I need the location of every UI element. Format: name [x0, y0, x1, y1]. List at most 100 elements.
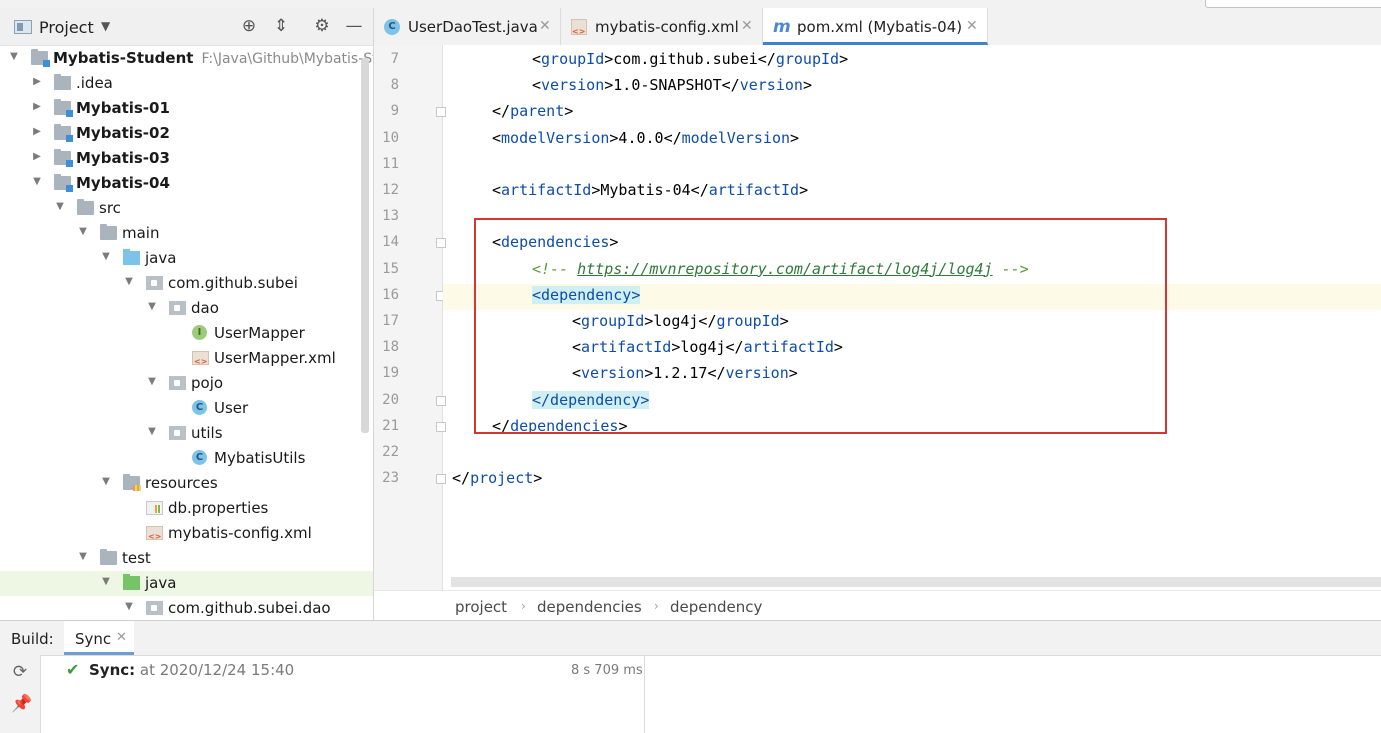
- tree-item[interactable]: UserMapper.xml: [0, 346, 360, 371]
- chevron-down-icon[interactable]: ▼: [123, 276, 135, 287]
- chevron-down-icon[interactable]: ▼: [146, 301, 158, 312]
- fold-marker-icon[interactable]: [436, 107, 446, 118]
- project-tree: ▼ Mybatis-Student F:\Java\Github\Mybatis-S…: [0, 46, 373, 620]
- tree-item[interactable]: ▼ com.github.subei.dao: [0, 596, 360, 620]
- close-icon[interactable]: ✕: [539, 18, 551, 34]
- tree-item[interactable]: ▼ pojo: [0, 371, 360, 396]
- breadcrumb-item[interactable]: dependency: [670, 598, 762, 616]
- package-icon: [169, 301, 186, 315]
- chevron-down-icon[interactable]: ▼: [101, 19, 110, 33]
- tree-item[interactable]: ▶ Mybatis-02: [0, 121, 360, 146]
- tree-item-name: Mybatis-03: [76, 149, 170, 167]
- tree-item[interactable]: ▼ Mybatis-Student F:\Java\Github\Mybatis-S…: [0, 46, 373, 71]
- tree-item[interactable]: ▼ java: [0, 246, 360, 271]
- chevron-right-icon[interactable]: ▶: [31, 151, 43, 162]
- project-path-hint: F:\Java\Github\Mybatis-St: [201, 51, 373, 67]
- tab-sync[interactable]: Sync ✕: [64, 621, 134, 655]
- chevron-down-icon[interactable]: ▼: [31, 176, 43, 187]
- tree-item-name: .idea: [76, 74, 113, 92]
- tree-item[interactable]: ▶ Mybatis-01: [0, 96, 360, 121]
- sync-status-label: Sync:: [89, 661, 136, 679]
- tree-item[interactable]: ▼ utils: [0, 421, 360, 446]
- tree-item[interactable]: ▼ main: [0, 221, 360, 246]
- xml-file-icon: <>: [571, 19, 587, 36]
- chevron-down-icon[interactable]: ▼: [77, 551, 89, 562]
- tab-mybatis-config-xml[interactable]: <> mybatis-config.xml ✕: [561, 8, 763, 45]
- tree-item[interactable]: ▼ Mybatis-04: [0, 171, 360, 196]
- tree-item-label: UserMapper.xml: [214, 349, 336, 367]
- chevron-down-icon[interactable]: ▼: [54, 201, 66, 212]
- tab-userdaotest-java[interactable]: C UserDaoTest.java ✕: [374, 8, 561, 45]
- source-folder-icon: [123, 249, 140, 265]
- tree-scrollbar[interactable]: [361, 58, 369, 433]
- tree-item[interactable]: mybatis-config.xml: [0, 521, 360, 546]
- collapse-all-icon[interactable]: ⇕: [271, 16, 291, 36]
- code-token: <: [532, 50, 542, 68]
- project-panel-header: Project ▼ ⊕ ⇕ ⚙ —: [0, 8, 373, 46]
- gear-icon[interactable]: ⚙: [312, 16, 332, 36]
- chevron-down-icon[interactable]: ▼: [100, 251, 112, 262]
- line-number: 23: [382, 470, 399, 487]
- pin-icon[interactable]: 📌: [11, 695, 32, 713]
- breadcrumb-item[interactable]: project: [455, 598, 507, 616]
- sync-status-row[interactable]: ✔ Sync: at 2020/12/24 15:40 8 s 709 ms: [40, 655, 645, 733]
- close-icon[interactable]: ✕: [741, 18, 753, 34]
- fold-marker-icon[interactable]: [436, 474, 446, 485]
- tree-item[interactable]: ▶ Mybatis-03: [0, 146, 360, 171]
- fold-marker-icon[interactable]: [436, 395, 446, 406]
- tree-item-label: Mybatis-02: [76, 124, 170, 142]
- chevron-down-icon[interactable]: ▼: [100, 476, 112, 487]
- tree-item[interactable]: ▼ dao: [0, 296, 360, 321]
- tree-item[interactable]: ▼ java: [0, 571, 373, 596]
- tree-item[interactable]: C MybatisUtils: [0, 446, 360, 471]
- fold-marker-icon[interactable]: [436, 421, 446, 432]
- close-icon[interactable]: ✕: [116, 630, 127, 645]
- chevron-down-icon[interactable]: ▼: [77, 226, 89, 237]
- tree-item-label: java: [145, 574, 176, 592]
- tree-item-label: User: [214, 399, 248, 417]
- line-number: 15: [382, 260, 399, 277]
- tree-item-label: Mybatis-03: [76, 149, 170, 167]
- folder-icon: [54, 74, 71, 90]
- chevron-down-icon[interactable]: ▼: [123, 601, 135, 612]
- checkmark-icon: ✔: [66, 660, 80, 679]
- hide-panel-icon[interactable]: —: [344, 16, 364, 36]
- chevron-right-icon[interactable]: ▶: [31, 101, 43, 112]
- breadcrumb-item[interactable]: dependencies: [537, 598, 642, 616]
- tree-item-name: dao: [191, 299, 219, 317]
- locate-file-icon[interactable]: ⊕: [239, 16, 259, 36]
- chevron-right-icon[interactable]: ▶: [31, 126, 43, 137]
- tree-item[interactable]: ▼ src: [0, 196, 360, 221]
- breadcrumb: project › dependencies › dependency: [374, 590, 1381, 621]
- tab-pom-xml-mybatis-04[interactable]: m pom.xml (Mybatis-04) ✕: [763, 8, 988, 45]
- fold-marker-icon[interactable]: [436, 238, 446, 249]
- tree-item-label: pojo: [191, 374, 223, 392]
- folder-icon: [77, 199, 94, 215]
- tree-item[interactable]: I UserMapper: [0, 321, 360, 346]
- editor-horizontal-scrollbar[interactable]: [451, 577, 1381, 587]
- search-input[interactable]: [1205, 0, 1381, 8]
- chevron-right-icon[interactable]: ▶: [31, 76, 43, 87]
- project-view-selector[interactable]: Project: [39, 18, 94, 37]
- line-number: 19: [382, 365, 399, 382]
- tree-item[interactable]: ▼ com.github.subei: [0, 271, 360, 296]
- chevron-down-icon[interactable]: ▼: [100, 576, 112, 587]
- chevron-down-icon[interactable]: ▼: [146, 426, 158, 437]
- tree-item[interactable]: ▼ resources: [0, 471, 360, 496]
- code-token: artifactId: [501, 181, 592, 199]
- code-editor[interactable]: 7 8 9 10 11 12 13 14 15 16 17 18 19 20 21 22 23 <groupId…: [374, 45, 1381, 590]
- close-icon[interactable]: ✕: [966, 18, 978, 34]
- tree-item[interactable]: C User: [0, 396, 360, 421]
- tree-item[interactable]: ▶ .idea: [0, 71, 360, 96]
- tree-item[interactable]: ▼ test: [0, 546, 360, 571]
- line-number: 14: [382, 234, 399, 251]
- chevron-down-icon[interactable]: ▼: [8, 51, 20, 62]
- tab-label: pom.xml (Mybatis-04): [797, 18, 963, 36]
- chevron-down-icon[interactable]: ▼: [146, 376, 158, 387]
- code-token: </: [452, 469, 471, 488]
- module-folder-icon: [54, 174, 73, 192]
- tree-item[interactable]: db.properties: [0, 496, 360, 521]
- refresh-icon[interactable]: ⟳: [11, 663, 29, 681]
- module-folder-icon: [31, 49, 50, 67]
- xml-file-icon: [192, 351, 209, 366]
